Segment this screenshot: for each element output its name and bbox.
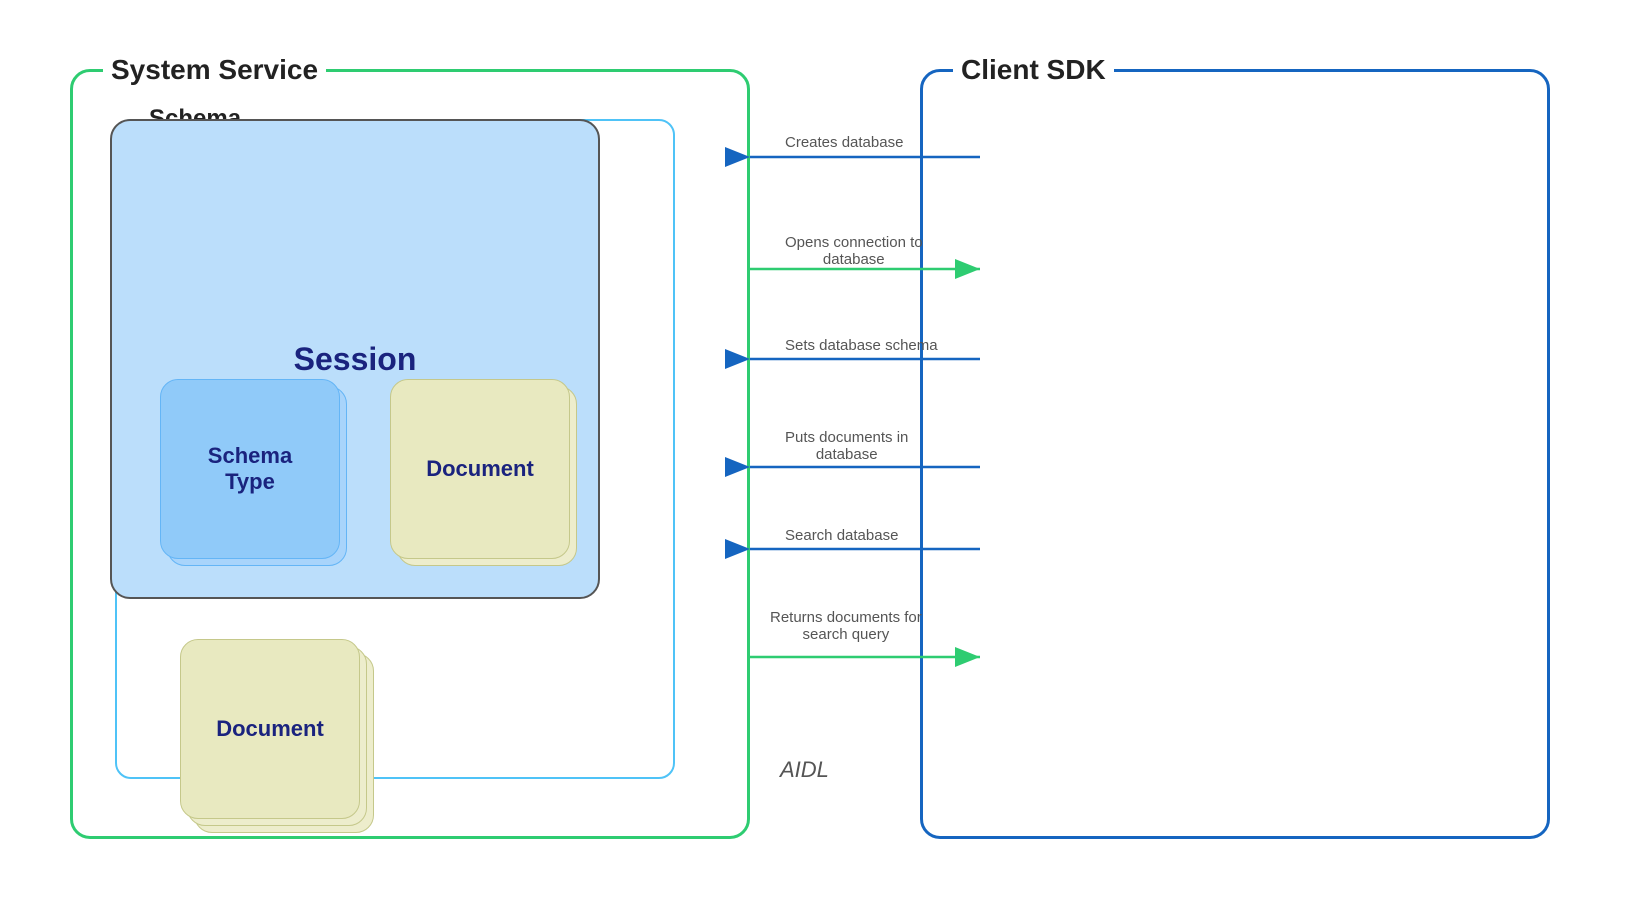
arrow-label-creates: Creates database bbox=[785, 134, 903, 151]
arrow-label-opens: Opens connection todatabase bbox=[785, 234, 923, 268]
arrow-label-search: Search database bbox=[785, 527, 898, 544]
system-service-label: System Service bbox=[103, 54, 326, 86]
schema-document-stack: Document bbox=[390, 379, 570, 559]
arrow-label-puts: Puts documents indatabase bbox=[785, 429, 908, 463]
schema-document-card: Document bbox=[390, 379, 570, 559]
schema-type-card: SchemaType bbox=[160, 379, 340, 559]
aidl-label: AIDL bbox=[780, 757, 829, 783]
diagram-container: System Service Schema A document must co… bbox=[50, 39, 1585, 879]
client-sdk-box: Client SDK bbox=[920, 69, 1550, 839]
arrow-label-sets: Sets database schema bbox=[785, 337, 938, 354]
arrow-label-returns: Returns documents forsearch query bbox=[770, 609, 922, 643]
sdk-document-card: Document bbox=[180, 639, 360, 819]
client-sdk-label: Client SDK bbox=[953, 54, 1114, 86]
schema-type-stack: SchemaType bbox=[160, 379, 340, 559]
sdk-document-stack: Document bbox=[180, 639, 360, 819]
